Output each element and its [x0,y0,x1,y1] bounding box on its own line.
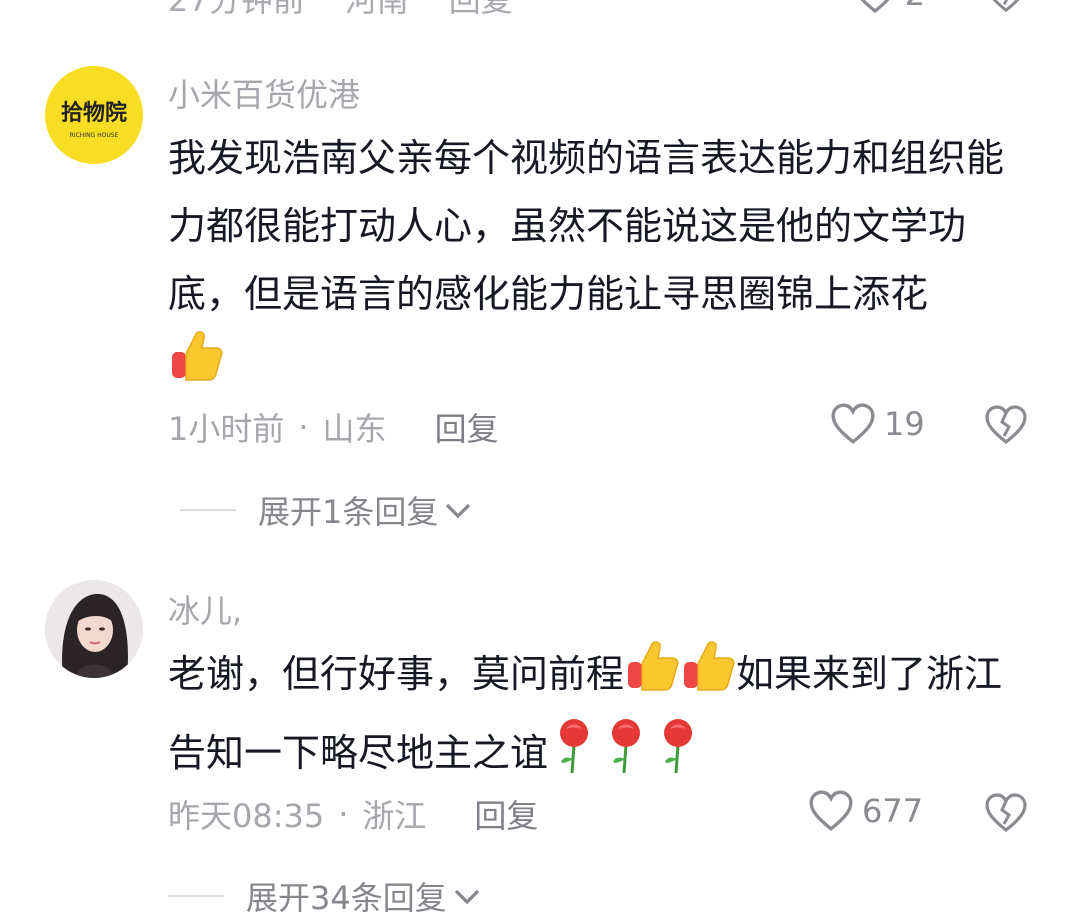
previous-comment-location: 河南 [344,0,409,19]
comment-meta: 1小时前 · 山东 回复 [168,404,499,450]
like-count: 677 [862,792,924,830]
divider-line [180,509,236,511]
svg-text:RICHING HOUSE: RICHING HOUSE [70,132,119,139]
previous-like-count: 2 [905,0,925,13]
chevron-down-icon [446,503,471,519]
like-button[interactable]: 19 [830,403,925,445]
previous-comment-time: 27分钟前 [168,0,305,19]
previous-comment-actions: 2 [853,0,1027,14]
heart-outline-icon [831,403,875,444]
comment-time: 昨天08:35 [168,797,325,835]
broken-heart-icon[interactable] [984,793,1028,833]
thumbs-up-emoji [680,638,736,715]
shop-logo-avatar: 拾物院 RICHING HOUSE [61,100,127,139]
like-button[interactable]: 677 [808,790,923,832]
comment-body-part-1: 老谢，但行好事，莫问前程 [168,652,625,696]
comment-username[interactable]: 冰儿, [168,586,242,632]
like-count: 19 [884,405,925,443]
meta-dot: · [338,795,349,833]
comment-location: 山东 [322,410,387,448]
comment-time: 1小时前 [168,410,285,448]
broken-heart-icon[interactable] [985,0,1027,13]
rose-emoji [548,715,600,796]
previous-comment-meta: 27分钟前 河南 回复 [168,0,513,21]
comment-username[interactable]: 小米百货优港 [168,70,360,116]
heart-outline-icon [809,790,853,831]
chevron-down-icon [454,889,479,905]
expand-replies-label: 展开1条回复 [258,493,439,531]
rose-emoji [652,715,704,796]
reply-button[interactable]: 回复 [474,791,538,837]
avatar[interactable]: 拾物院 RICHING HOUSE [45,66,143,164]
avatar[interactable] [45,580,143,678]
portrait-avatar [45,580,143,678]
expand-replies-label: 展开34条回复 [246,879,447,917]
thumbs-up-emoji [624,638,680,715]
svg-text:拾物院: 拾物院 [61,100,127,126]
thumbs-up-emoji [168,328,224,405]
comment-body: 我发现浩南父亲每个视频的语言表达能力和组织能力都很能打动人心，虽然不能说这是他的… [168,136,1005,316]
comment-text: 老谢，但行好事，莫问前程 如果来到了浙江告知一下略尽地主之谊 [168,638,1038,796]
comment-text: 我发现浩南父亲每个视频的语言表达能力和组织能力都很能打动人心，虽然不能说这是他的… [168,124,1038,405]
comment-meta: 昨天08:35 · 浙江 回复 [168,791,538,837]
divider-line [168,895,224,897]
meta-dot: · [298,408,309,446]
expand-replies-button[interactable]: 展开1条回复 [180,487,474,533]
expand-replies-button[interactable]: 展开34条回复 [168,873,483,919]
broken-heart-icon[interactable] [984,405,1028,445]
reply-button[interactable]: 回复 [435,404,499,450]
rose-emoji [600,715,652,796]
previous-comment-reply-button[interactable]: 回复 [449,0,513,21]
comment-location: 浙江 [362,797,427,835]
heart-outline-icon [860,0,889,14]
previous-like-button[interactable]: 2 [853,0,925,14]
